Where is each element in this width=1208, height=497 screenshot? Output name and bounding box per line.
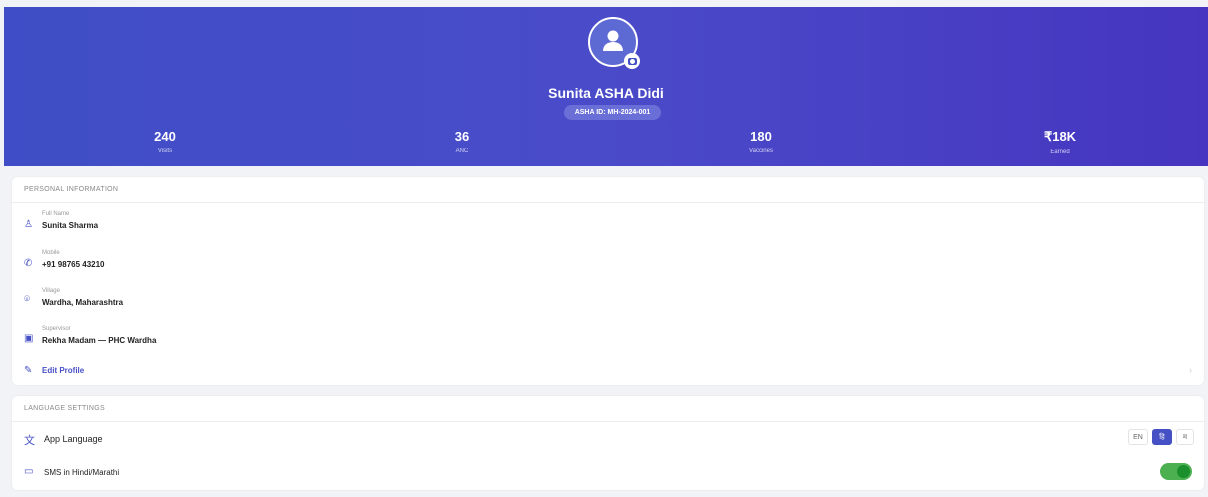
- stat-anc: 36 ANC: [402, 129, 522, 154]
- field-value: Wardha, Maharashtra: [42, 298, 124, 307]
- app-language-row: 文 App Language EN हि म: [12, 429, 1204, 452]
- stat-value: 180: [750, 129, 772, 144]
- sms-language-row: ▭ SMS in Hindi/Marathi: [12, 463, 1204, 484]
- language-option-hi[interactable]: हि: [1152, 429, 1172, 445]
- profile-header: Sunita ASHA Didi ASHA ID: MH-2024-001 24…: [4, 7, 1208, 166]
- field-label: Mobile: [42, 250, 60, 256]
- camera-icon[interactable]: [624, 53, 640, 69]
- field-value: Rekha Madam — PHC Wardha: [42, 336, 157, 345]
- sms-language-toggle[interactable]: [1160, 463, 1192, 480]
- language-option-en[interactable]: EN: [1128, 429, 1148, 445]
- stat-label: ANC: [455, 148, 469, 154]
- personal-information-card: PERSONAL INFORMATION ♙ Full Name Sunita …: [12, 177, 1204, 385]
- edit-profile-link[interactable]: Edit Profile: [42, 366, 84, 375]
- stat-label: Visits: [157, 148, 173, 154]
- sms-language-label: SMS in Hindi/Marathi: [44, 468, 120, 477]
- message-icon: ▭: [24, 466, 34, 477]
- location-icon: ⌾: [24, 294, 30, 305]
- pencil-icon: ✎: [24, 365, 33, 376]
- stat-label: Vaccines: [749, 148, 773, 154]
- field-value: +91 98765 43210: [42, 260, 105, 269]
- field-label: Full Name: [42, 211, 70, 217]
- app-language-label: App Language: [44, 434, 103, 444]
- field-value: Sunita Sharma: [42, 221, 99, 230]
- field-label: Supervisor: [42, 326, 71, 332]
- field-label: Village: [42, 288, 60, 294]
- language-selector[interactable]: EN हि म: [1128, 429, 1194, 445]
- asha-id-badge: ASHA ID: MH-2024-001: [564, 105, 661, 120]
- language-settings-card: LANGUAGE SETTINGS 文 App Language EN हि म…: [12, 396, 1204, 490]
- section-heading: PERSONAL INFORMATION: [12, 177, 1204, 203]
- chevron-right-icon: ›: [1189, 365, 1192, 375]
- profile-name: Sunita ASHA Didi: [548, 85, 664, 101]
- phone-icon: ✆: [24, 258, 33, 269]
- badge-icon: ▣: [24, 333, 34, 344]
- person-icon: [603, 30, 623, 51]
- stat-earned: ₹18K Earned: [1000, 129, 1120, 155]
- edit-profile-row[interactable]: ✎ Edit Profile ›: [12, 365, 1204, 377]
- stat-vaccines: 180 Vaccines: [701, 129, 821, 154]
- translate-icon: 文: [24, 435, 35, 447]
- section-heading: LANGUAGE SETTINGS: [12, 396, 1204, 422]
- stat-value: 36: [454, 129, 470, 144]
- user-icon: ♙: [24, 219, 33, 230]
- stat-label: Earned: [1050, 149, 1070, 155]
- language-option-mr[interactable]: म: [1176, 429, 1194, 445]
- stat-value: ₹18K: [1043, 129, 1077, 144]
- stat-visits: 240 Visits: [105, 129, 225, 154]
- stat-value: 240: [154, 129, 176, 144]
